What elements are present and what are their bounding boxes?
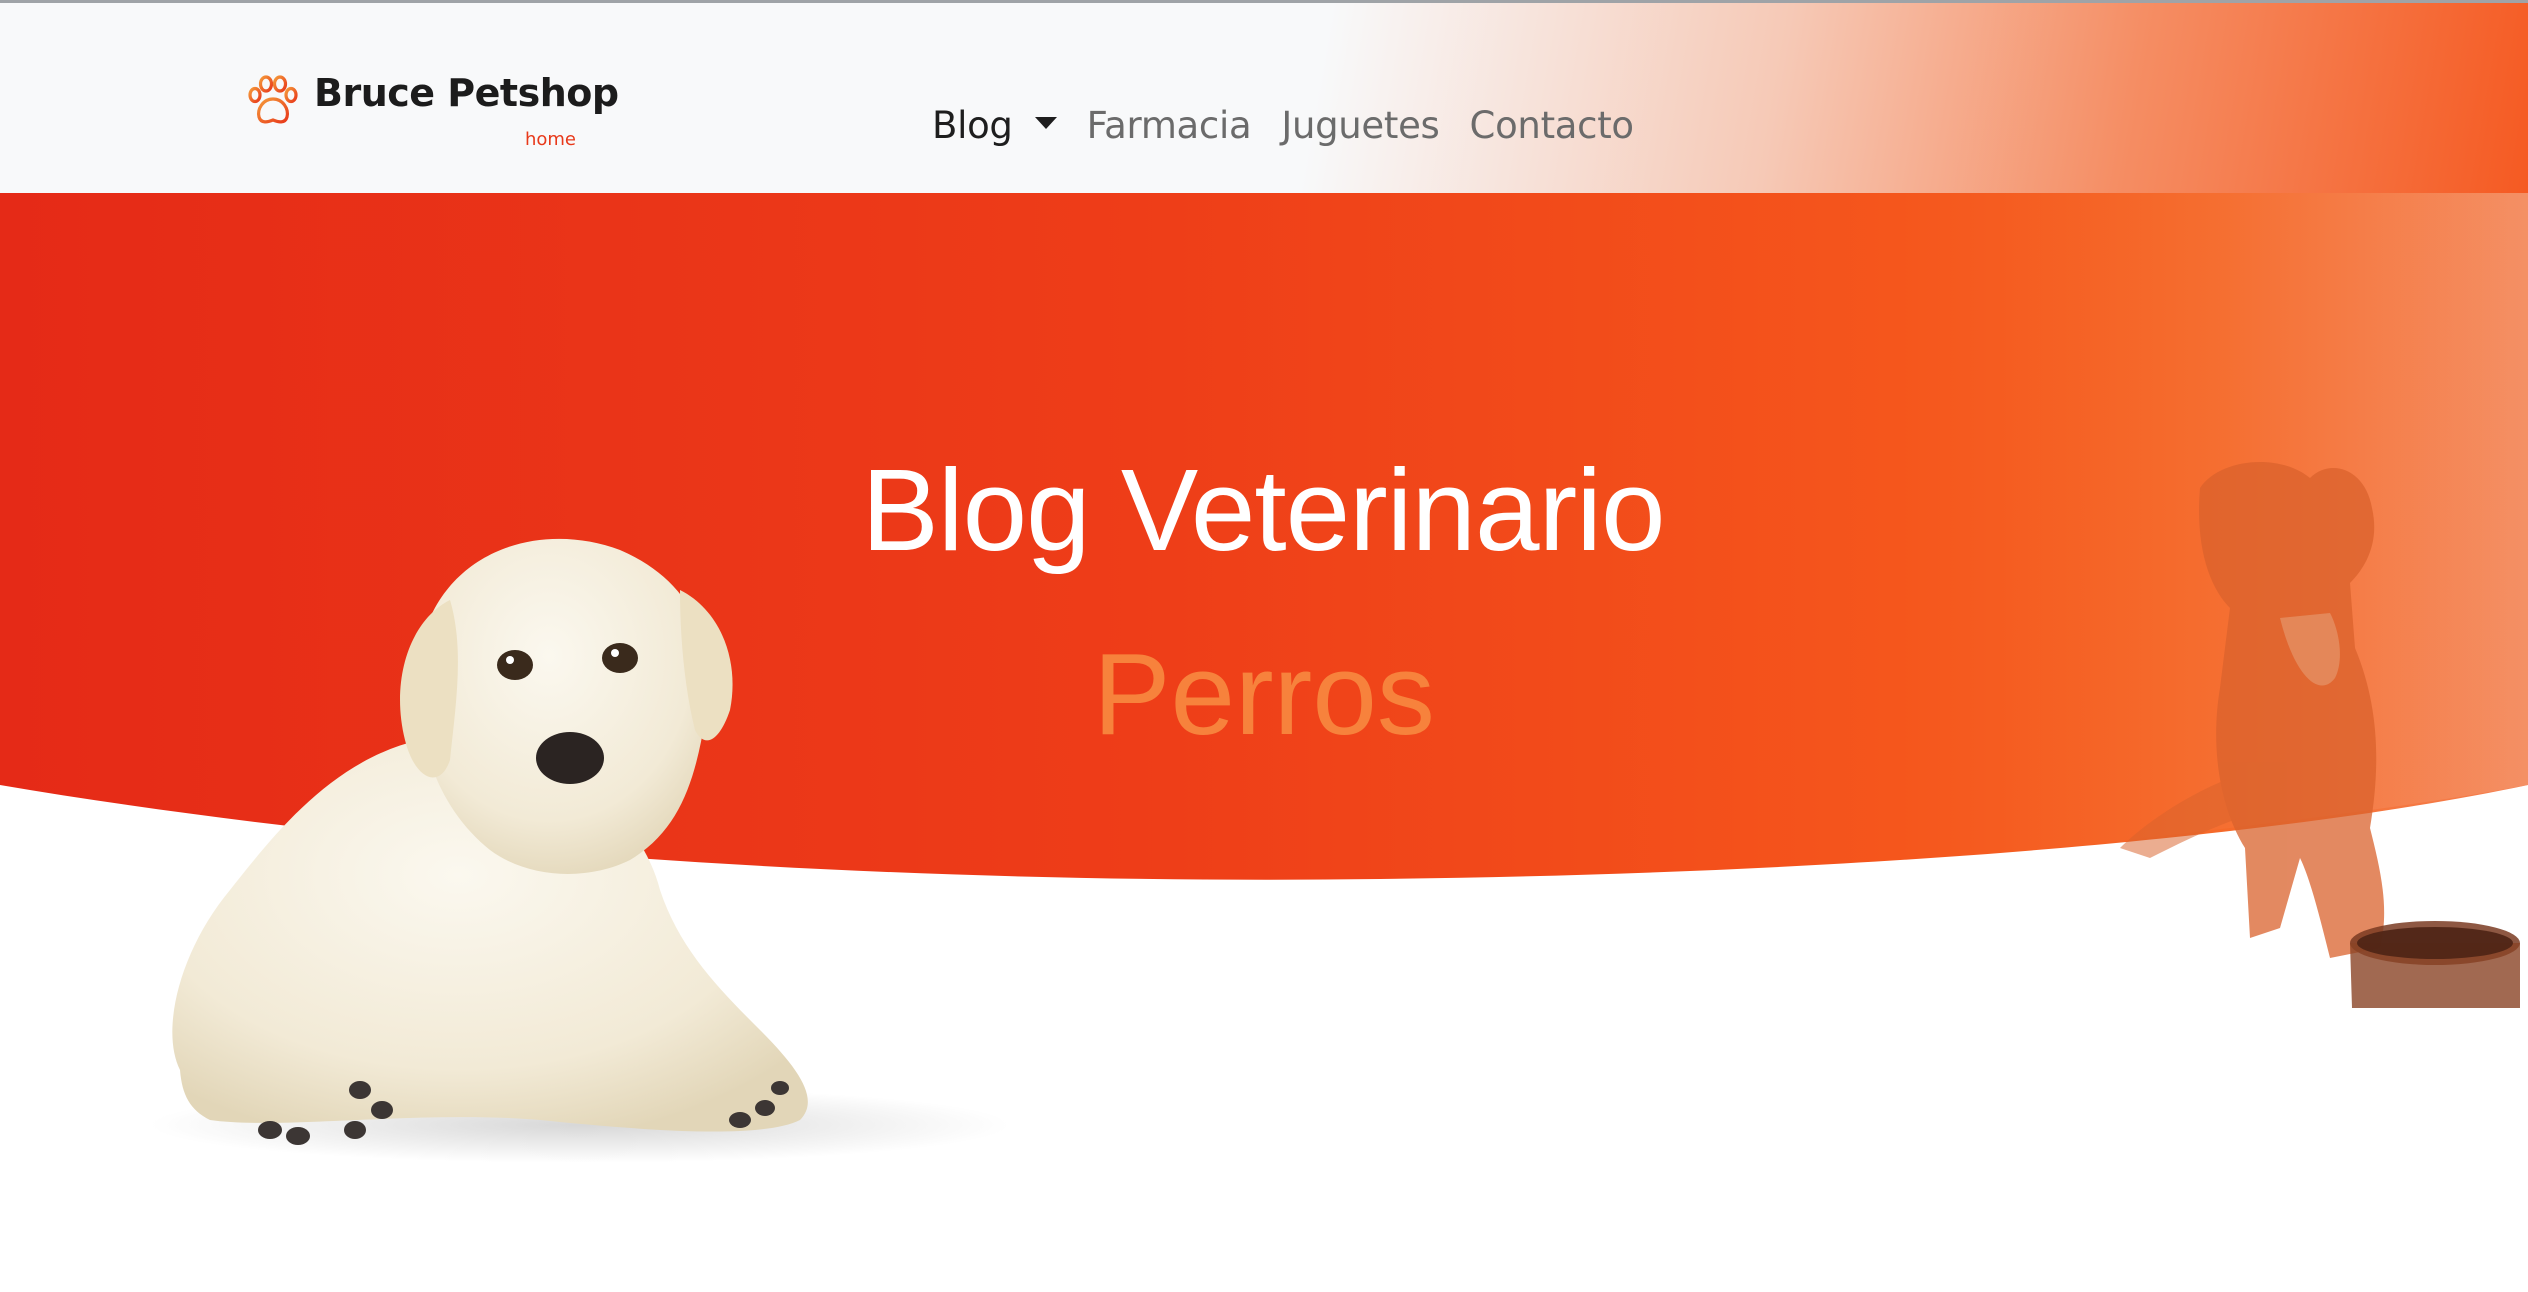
nav-item-blog[interactable]: Blog bbox=[932, 104, 1057, 147]
brand-link[interactable]: Bruce Petshop home bbox=[246, 71, 619, 161]
nav-item-contacto[interactable]: Contacto bbox=[1470, 104, 1635, 147]
puppy-image bbox=[150, 538, 1010, 1163]
nav-item-blog-label: Blog bbox=[932, 103, 1013, 147]
nav-menu: Blog Farmacia Juguetes Contacto bbox=[932, 95, 1664, 155]
page: Bruce Petshop home Blog Farmacia Juguete… bbox=[0, 0, 2528, 1292]
navbar: Bruce Petshop home Blog Farmacia Juguete… bbox=[0, 3, 2528, 193]
brand-subtitle: home bbox=[524, 129, 576, 150]
nav-item-juguetes[interactable]: Juguetes bbox=[1281, 104, 1440, 147]
paw-icon bbox=[248, 75, 298, 124]
nav-item-farmacia[interactable]: Farmacia bbox=[1087, 104, 1252, 147]
brand-name: Bruce Petshop bbox=[314, 71, 619, 115]
chevron-down-icon[interactable] bbox=[1034, 117, 1057, 129]
